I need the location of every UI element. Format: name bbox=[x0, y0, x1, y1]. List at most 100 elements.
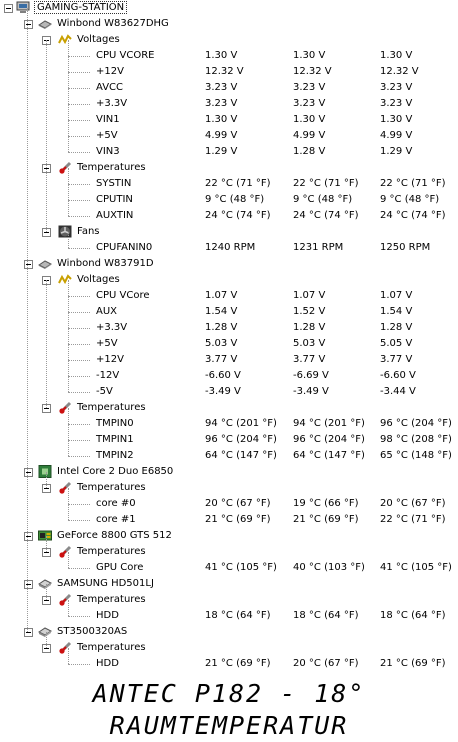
thermometer-icon bbox=[58, 481, 72, 494]
tree-connector bbox=[46, 280, 47, 408]
max-value: -6.60 V bbox=[380, 370, 416, 381]
group-name: Temperatures bbox=[77, 162, 146, 173]
current-value: 1.28 V bbox=[205, 322, 238, 333]
current-value: 94 °C (201 °F) bbox=[205, 418, 277, 429]
collapse-toggle[interactable] bbox=[24, 260, 33, 269]
fan-icon bbox=[58, 225, 72, 238]
sensor-name: CPU VCore bbox=[96, 290, 150, 301]
current-value: 1.29 V bbox=[205, 146, 238, 157]
min-value: 9 °C (48 °F) bbox=[293, 194, 353, 205]
device-name: GeForce 8800 GTS 512 bbox=[57, 530, 172, 541]
max-value: 3.23 V bbox=[380, 98, 413, 109]
device-node[interactable]: SAMSUNG HD501LJ bbox=[0, 576, 458, 592]
sensor-name: AUXTIN bbox=[96, 210, 134, 221]
max-value: 1.07 V bbox=[380, 290, 413, 301]
sensor-name: CPUFANIN0 bbox=[96, 242, 153, 253]
min-value: 12.32 V bbox=[293, 66, 332, 77]
device-node[interactable]: Intel Core 2 Duo E6850 bbox=[0, 464, 458, 480]
sensor-name: +3.3V bbox=[96, 98, 128, 109]
group-name: Temperatures bbox=[77, 546, 146, 557]
current-value: 12.32 V bbox=[205, 66, 244, 77]
collapse-toggle[interactable] bbox=[4, 4, 13, 13]
tree-connector bbox=[46, 536, 47, 552]
min-value: 94 °C (201 °F) bbox=[293, 418, 365, 429]
tree-connector bbox=[68, 376, 90, 377]
min-value: 1.30 V bbox=[293, 50, 326, 61]
group-name: Temperatures bbox=[77, 482, 146, 493]
min-value: -3.49 V bbox=[293, 386, 329, 397]
tree-connector bbox=[68, 168, 69, 216]
sensor-name: +12V bbox=[96, 354, 124, 365]
min-value: 3.23 V bbox=[293, 82, 326, 93]
device-node[interactable]: ST3500320AS bbox=[0, 624, 458, 640]
hdd-icon bbox=[38, 577, 52, 590]
tree-connector bbox=[68, 344, 90, 345]
tree-connector bbox=[68, 424, 90, 425]
sensor-name: TMPIN2 bbox=[96, 450, 134, 461]
current-value: 5.03 V bbox=[205, 338, 238, 349]
tree-connector bbox=[68, 88, 90, 89]
tree-connector bbox=[68, 408, 69, 456]
tree-connector bbox=[68, 296, 90, 297]
sensor-name: -12V bbox=[96, 370, 120, 381]
tree-connector bbox=[68, 440, 90, 441]
device-node[interactable]: GeForce 8800 GTS 512 bbox=[0, 528, 458, 544]
device-node[interactable]: Winbond W83627DHG bbox=[0, 16, 458, 32]
tree-connector bbox=[68, 600, 69, 616]
chip-icon bbox=[38, 17, 52, 30]
sensor-name: VIN1 bbox=[96, 114, 120, 125]
max-value: 65 °C (148 °F) bbox=[380, 450, 452, 461]
sensor-name: core #1 bbox=[96, 514, 136, 525]
min-value: 3.23 V bbox=[293, 98, 326, 109]
collapse-toggle[interactable] bbox=[24, 532, 33, 541]
current-value: 64 °C (147 °F) bbox=[205, 450, 277, 461]
tree-connector bbox=[68, 456, 90, 457]
collapse-toggle[interactable] bbox=[24, 20, 33, 29]
current-value: -3.49 V bbox=[205, 386, 241, 397]
min-value: 1.30 V bbox=[293, 114, 326, 125]
collapse-toggle[interactable] bbox=[24, 580, 33, 589]
min-value: 4.99 V bbox=[293, 130, 326, 141]
tree-connector bbox=[46, 472, 47, 488]
group-name: Temperatures bbox=[77, 594, 146, 605]
collapse-toggle[interactable] bbox=[24, 468, 33, 477]
min-value: 24 °C (74 °F) bbox=[293, 210, 359, 221]
group-name: Voltages bbox=[77, 274, 120, 285]
current-value: 24 °C (74 °F) bbox=[205, 210, 271, 221]
sensor-name: +5V bbox=[96, 338, 118, 349]
min-value: 22 °C (71 °F) bbox=[293, 178, 359, 189]
thermometer-icon bbox=[58, 593, 72, 606]
sensor-name: GPU Core bbox=[96, 562, 144, 573]
thermometer-icon bbox=[58, 161, 72, 174]
tree-connector bbox=[68, 360, 90, 361]
group-name: Temperatures bbox=[77, 402, 146, 413]
tree-connector bbox=[68, 216, 90, 217]
current-value: 41 °C (105 °F) bbox=[205, 562, 277, 573]
tree-connector bbox=[68, 520, 90, 521]
current-value: 96 °C (204 °F) bbox=[205, 434, 277, 445]
group-name: Fans bbox=[77, 226, 100, 237]
tree-connector bbox=[68, 392, 90, 393]
min-value: 1.52 V bbox=[293, 306, 326, 317]
min-value: 20 °C (67 °F) bbox=[293, 658, 359, 669]
tree-connector bbox=[46, 40, 47, 232]
sensor-name: HDD bbox=[96, 610, 119, 621]
tree-connector bbox=[68, 184, 90, 185]
root-label: GAMING-STATION bbox=[34, 1, 128, 14]
tree-connector bbox=[46, 632, 47, 648]
min-value: 96 °C (204 °F) bbox=[293, 434, 365, 445]
max-value: 9 °C (48 °F) bbox=[380, 194, 440, 205]
chip-icon bbox=[38, 257, 52, 270]
hdd-icon bbox=[38, 625, 52, 638]
min-value: 19 °C (66 °F) bbox=[293, 498, 359, 509]
device-node[interactable]: Winbond W83791D bbox=[0, 256, 458, 272]
handwritten-caption: ANTEC P182 - 18° RAUMTEMPERATUR bbox=[92, 679, 366, 740]
max-value: 1.54 V bbox=[380, 306, 413, 317]
min-value: 1.07 V bbox=[293, 290, 326, 301]
collapse-toggle[interactable] bbox=[24, 628, 33, 637]
group-name: Temperatures bbox=[77, 642, 146, 653]
tree-root[interactable]: GAMING-STATION bbox=[0, 0, 458, 16]
tree-connector bbox=[46, 584, 47, 600]
max-value: 1.29 V bbox=[380, 146, 413, 157]
sensor-tree[interactable]: GAMING-STATION Winbond W83627DHG Voltages C… bbox=[0, 0, 458, 672]
